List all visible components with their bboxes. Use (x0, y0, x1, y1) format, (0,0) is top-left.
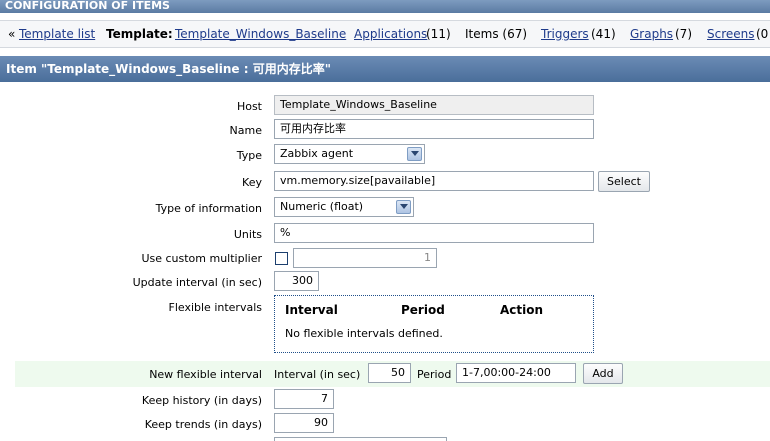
new-flex-period-input[interactable]: 1-7,00:00-24:00 (456, 363, 576, 383)
new-flex-period-label: Period (417, 368, 452, 381)
back-arrow: « (8, 27, 16, 41)
template-nav-bar: « Template list Template: Template_Windo… (0, 20, 770, 48)
template-list-link[interactable]: Template list (19, 27, 95, 41)
applications-count: (11) (426, 27, 451, 41)
item-form-title: Item "Template_Windows_Baseline : 可用内存比率… (0, 56, 770, 82)
type-of-information-value: Numeric (float) (280, 200, 364, 213)
items-current-tab: Items (67) (465, 27, 528, 41)
triggers-link[interactable]: Triggers (541, 27, 589, 41)
add-flexible-interval-button[interactable]: Add (583, 363, 623, 384)
screens-count: (0 (756, 27, 769, 41)
flexible-intervals-label: Flexible intervals (168, 301, 263, 314)
chevron-down-icon (407, 147, 422, 161)
units-label: Units (233, 228, 262, 241)
custom-multiplier-input[interactable]: 1 (293, 248, 437, 268)
custom-multiplier-label: Use custom multiplier (141, 252, 262, 265)
applications-link[interactable]: Applications (354, 27, 427, 41)
next-field-partial[interactable] (274, 437, 447, 441)
type-select-value: Zabbix agent (280, 147, 354, 160)
flex-col-period: Period (401, 303, 445, 317)
type-select[interactable]: Zabbix agent (274, 144, 425, 164)
keep-history-label: Keep history (in days) (141, 394, 262, 407)
keep-trends-input[interactable]: 90 (274, 413, 334, 433)
triggers-count: (41) (591, 27, 616, 41)
flex-col-interval: Interval (285, 303, 338, 317)
select-key-button[interactable]: Select (598, 171, 650, 192)
update-interval-input[interactable]: 300 (274, 271, 319, 291)
key-input[interactable]: vm.memory.size[pavailable] (274, 171, 594, 191)
name-input[interactable]: 可用内存比率 (274, 119, 594, 139)
type-of-information-label: Type of information (155, 202, 262, 215)
flex-col-action: Action (500, 303, 544, 317)
keep-trends-label: Keep trends (in days) (144, 418, 262, 431)
template-name-link[interactable]: Template_Windows_Baseline (175, 27, 346, 41)
type-of-information-select[interactable]: Numeric (float) (274, 197, 414, 217)
graphs-count: (7) (675, 27, 692, 41)
graphs-link[interactable]: Graphs (630, 27, 673, 41)
flexible-intervals-table: Interval Period Action No flexible inter… (274, 295, 594, 353)
new-flex-interval-label: Interval (in sec) (274, 368, 361, 381)
chevron-down-icon (396, 200, 411, 214)
units-input[interactable]: % (274, 223, 594, 243)
page-header: CONFIGURATION OF ITEMS (0, 0, 770, 13)
screens-link[interactable]: Screens (707, 27, 755, 41)
host-label: Host (236, 100, 262, 113)
host-field: Template_Windows_Baseline (274, 95, 594, 115)
key-label: Key (242, 176, 262, 189)
update-interval-label: Update interval (in sec) (132, 276, 262, 289)
new-flexible-interval-label: New flexible interval (149, 368, 262, 381)
name-label: Name (229, 124, 262, 137)
flex-empty-message: No flexible intervals defined. (285, 327, 443, 340)
new-flex-interval-input[interactable]: 50 (368, 363, 411, 383)
type-label: Type (236, 149, 262, 162)
custom-multiplier-checkbox[interactable] (275, 252, 288, 265)
template-label: Template: (106, 27, 173, 41)
keep-history-input[interactable]: 7 (274, 389, 334, 409)
